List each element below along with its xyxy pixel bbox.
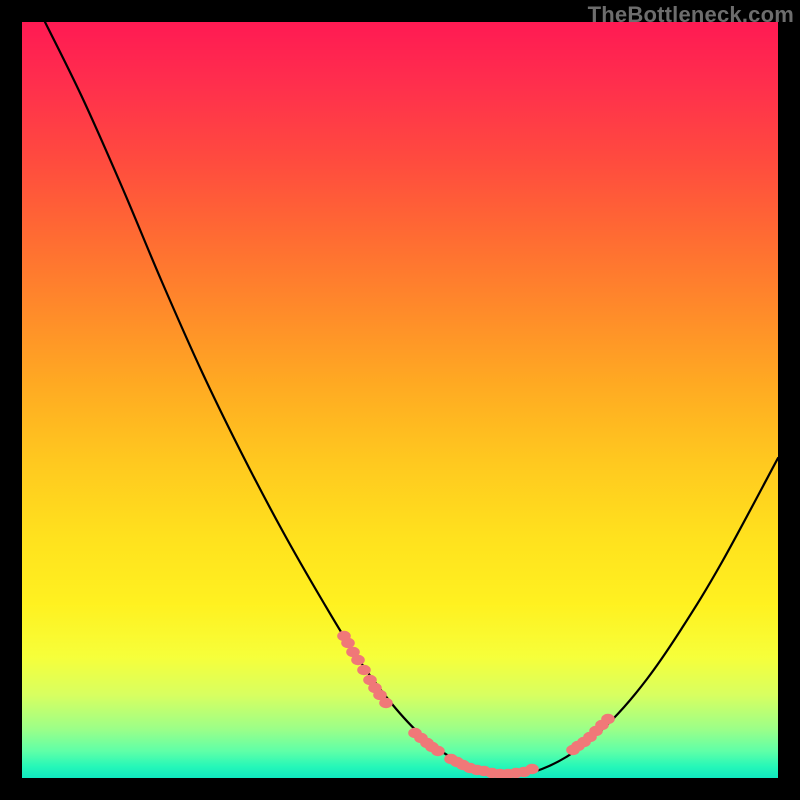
marker-dot — [351, 655, 365, 665]
marker-dot — [431, 746, 445, 756]
marker-dot — [601, 714, 615, 724]
curve-overlay — [22, 22, 778, 778]
marker-dot — [341, 638, 355, 648]
marker-dot — [379, 698, 393, 708]
marker-dot — [525, 764, 539, 774]
bottleneck-curve — [45, 22, 778, 775]
chart-frame: TheBottleneck.com — [0, 0, 800, 800]
marker-dot — [357, 665, 371, 675]
marker-layer — [337, 631, 615, 778]
plot-area — [22, 22, 778, 778]
